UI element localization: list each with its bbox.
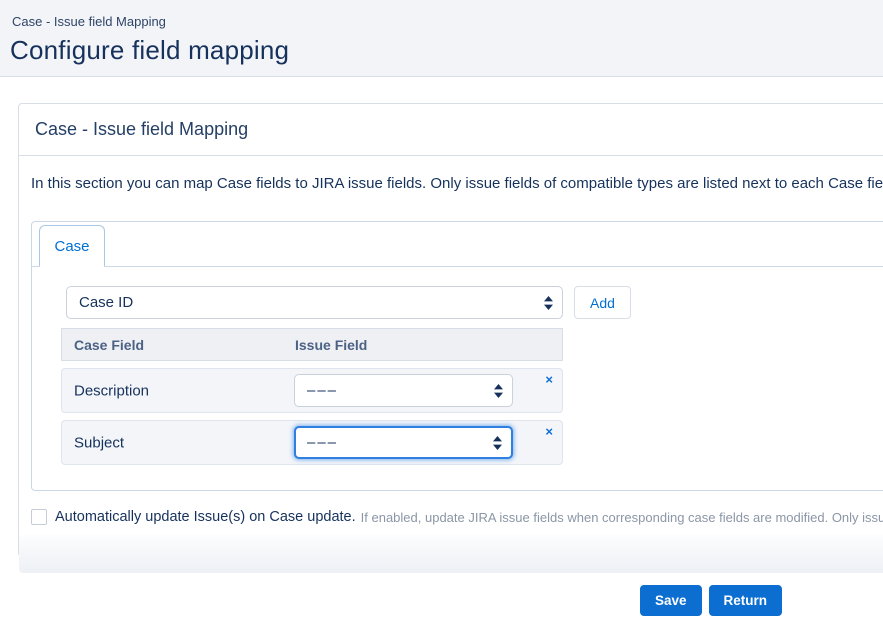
tab-strip: Case	[32, 222, 883, 267]
save-button[interactable]: Save	[640, 585, 702, 616]
add-button[interactable]: Add	[574, 286, 631, 319]
intro-text: In this section you can map Case fields …	[31, 174, 883, 194]
auto-update-note: If enabled, update JIRA issue fields whe…	[361, 510, 883, 525]
select-arrows-icon	[493, 436, 502, 450]
select-arrows-icon	[494, 384, 503, 398]
return-button[interactable]: Return	[709, 585, 783, 616]
breadcrumb: Case - Issue field Mapping	[12, 14, 166, 29]
remove-mapping-icon[interactable]: ×	[545, 424, 553, 439]
issue-field-select[interactable]: –––	[294, 374, 513, 407]
page: Case - Issue field Mapping Configure fie…	[0, 0, 883, 639]
auto-update-checkbox[interactable]	[31, 509, 47, 525]
mapping-row-subject: Subject ––– ×	[61, 420, 563, 465]
tab-case[interactable]: Case	[39, 225, 105, 267]
case-field-label: Description	[74, 382, 149, 399]
mapping-table: Case Field Issue Field Description –––	[61, 328, 563, 465]
issue-field-select-value: –––	[307, 434, 338, 451]
issue-field-select-value: –––	[307, 382, 338, 399]
issue-field-select-focused[interactable]: –––	[294, 426, 513, 459]
card-title: Case - Issue field Mapping	[19, 104, 883, 156]
add-mapping-row: Case ID Add	[66, 286, 883, 319]
case-field-select-value: Case ID	[79, 294, 133, 311]
header-case-field: Case Field	[62, 337, 295, 353]
case-field-select[interactable]: Case ID	[66, 286, 563, 319]
case-field-label: Subject	[74, 434, 124, 451]
card-footer	[19, 535, 883, 573]
header-issue-field: Issue Field	[295, 337, 367, 353]
action-buttons: Save Return	[640, 585, 782, 616]
remove-mapping-icon[interactable]: ×	[545, 372, 553, 387]
auto-update-row: Automatically update Issue(s) on Case up…	[31, 509, 883, 525]
mapping-table-header: Case Field Issue Field	[61, 328, 563, 361]
tab-panel-case: Case ID Add Case Field Issue Field	[32, 267, 883, 490]
page-header: Case - Issue field Mapping Configure fie…	[0, 0, 883, 77]
case-tab-container: Case Case ID Add	[31, 221, 883, 491]
select-arrows-icon	[544, 296, 553, 310]
auto-update-label: Automatically update Issue(s) on Case up…	[55, 509, 356, 525]
mapping-row-description: Description ––– ×	[61, 368, 563, 413]
card-body: In this section you can map Case fields …	[19, 156, 883, 573]
page-title: Configure field mapping	[10, 35, 289, 66]
field-mapping-card: Case - Issue field Mapping In this secti…	[18, 103, 883, 557]
